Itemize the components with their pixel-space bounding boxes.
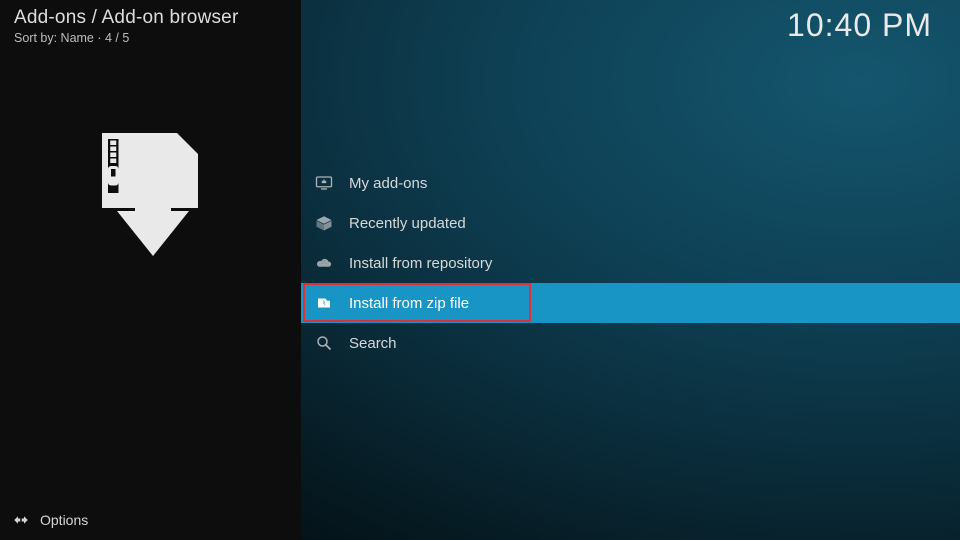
display-addons-icon [315,174,333,192]
main-panel: 10:40 PM My add-ons [301,0,960,540]
options-label: Options [40,512,88,528]
sort-info: Sort by: Name · 4 / 5 [14,31,289,45]
options-button[interactable]: Options [0,500,88,540]
clock: 10:40 PM [787,7,932,44]
box-open-icon [315,214,333,232]
menu-item-label: My add-ons [349,175,427,192]
menu-item-install-repository[interactable]: Install from repository [301,243,960,283]
sidebar: Add-ons / Add-on browser Sort by: Name ·… [0,0,301,540]
menu-item-label: Recently updated [349,215,466,232]
menu-item-install-zip[interactable]: Install from zip file [301,283,960,323]
search-icon [315,334,333,352]
menu-item-label: Install from repository [349,255,492,272]
zip-download-icon [75,130,225,285]
zip-file-icon [315,294,333,312]
cloud-download-icon [315,254,333,272]
menu-list: My add-ons Recently updated [301,163,960,363]
slider-arrows-icon [12,511,30,529]
menu-item-search[interactable]: Search [301,323,960,363]
menu-item-my-addons[interactable]: My add-ons [301,163,960,203]
menu-item-recently-updated[interactable]: Recently updated [301,203,960,243]
menu-item-label: Search [349,335,397,352]
menu-item-label: Install from zip file [349,295,469,312]
breadcrumb: Add-ons / Add-on browser [14,7,289,29]
